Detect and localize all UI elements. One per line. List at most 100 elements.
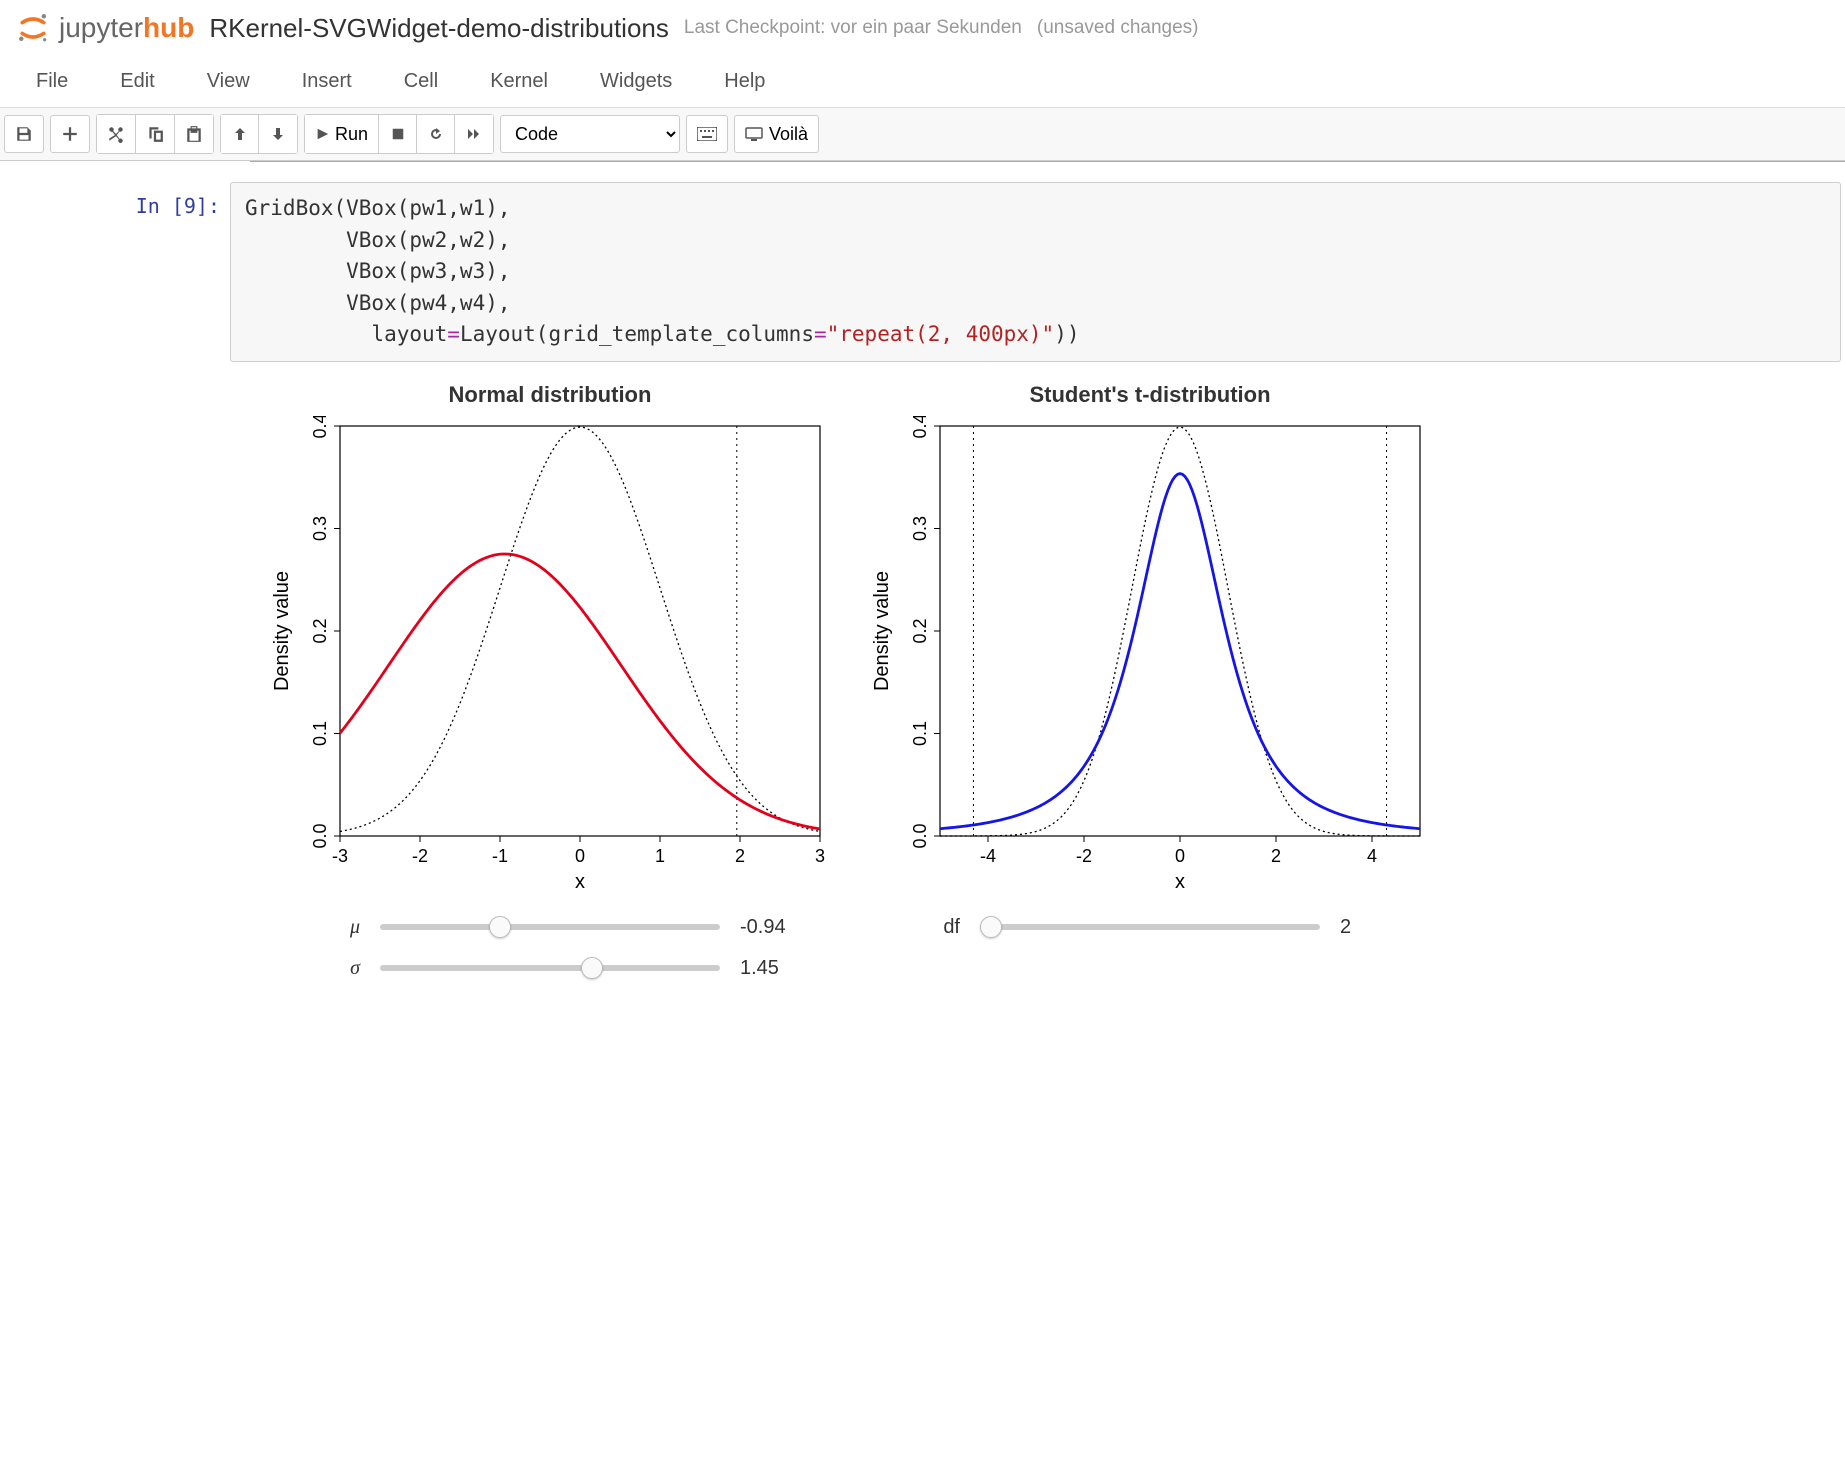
svg-text:-2: -2 (412, 846, 428, 866)
normal-plot: -3 -2 -1 0 1 2 3 0.0 0.1 0.2 0.3 0.4 x Density value (270, 416, 830, 896)
code-input[interactable]: GridBox(VBox(pw1,w1), VBox(pw2,w2), VBox… (230, 182, 1841, 362)
paste-button[interactable] (175, 115, 213, 153)
menu-widgets[interactable]: Widgets (574, 60, 698, 103)
restart-button[interactable] (417, 115, 455, 153)
df-control-row: df 2 (900, 916, 1400, 939)
arrow-down-icon (270, 126, 286, 142)
student-controls: df 2 (900, 916, 1400, 957)
copy-icon (146, 125, 164, 143)
svg-text:-1: -1 (492, 846, 508, 866)
stop-button[interactable] (379, 115, 417, 153)
copy-button[interactable] (136, 115, 175, 153)
run-label: Run (335, 124, 368, 145)
menu-help[interactable]: Help (698, 60, 791, 103)
toolbar: Run Code Voilà (0, 108, 1845, 161)
svg-text:0.4: 0.4 (310, 416, 330, 439)
code-cell[interactable]: In [9]: GridBox(VBox(pw1,w1), VBox(pw2,w… (100, 182, 1845, 362)
restart-run-all-button[interactable] (455, 115, 493, 153)
notebook-area: In [9]: GridBox(VBox(pw1,w1), VBox(pw2,w… (0, 161, 1845, 998)
output-area: Normal distribution -3 -2 -1 0 1 2 3 0.0 0.1 0.2 0… (250, 382, 1845, 998)
menu-file[interactable]: File (10, 60, 94, 103)
normal-controls: μ -0.94 σ 1.45 (300, 916, 800, 998)
df-value: 2 (1340, 916, 1400, 939)
plot-grid: Normal distribution -3 -2 -1 0 1 2 3 0.0 0.1 0.2 0… (250, 382, 1845, 998)
svg-text:0.1: 0.1 (310, 720, 330, 745)
play-icon (315, 127, 329, 141)
logo-text-hub: hub (143, 12, 194, 44)
svg-text:0.2: 0.2 (310, 618, 330, 643)
checkpoint-text: Last Checkpoint: vor ein paar Sekunden (684, 17, 1022, 39)
cut-copy-paste-group (96, 114, 214, 154)
menu-cell[interactable]: Cell (378, 60, 464, 103)
sigma-label: σ (300, 957, 360, 980)
plus-icon (61, 125, 79, 143)
command-palette-button[interactable] (686, 115, 728, 153)
fast-forward-icon (466, 126, 482, 142)
jupyterhub-logo[interactable]: jupyterhub (15, 10, 194, 46)
mu-value: -0.94 (740, 916, 800, 939)
svg-text:0.4: 0.4 (910, 416, 930, 439)
normal-plot-box: Normal distribution -3 -2 -1 0 1 2 3 0.0 0.1 0.2 0… (250, 382, 850, 998)
voila-label: Voilà (769, 124, 808, 145)
unsaved-text: (unsaved changes) (1037, 17, 1199, 39)
paste-icon (185, 125, 203, 143)
svg-text:0: 0 (575, 846, 585, 866)
add-cell-button[interactable] (50, 115, 90, 153)
scissors-icon (107, 125, 125, 143)
svg-text:2: 2 (735, 846, 745, 866)
move-group (220, 114, 298, 154)
svg-text:1: 1 (655, 846, 665, 866)
save-icon (15, 125, 33, 143)
svg-text:0.0: 0.0 (910, 823, 930, 848)
monitor-icon (745, 127, 763, 141)
restart-icon (428, 126, 444, 142)
svg-text:Density value: Density value (271, 570, 293, 690)
mu-slider[interactable] (380, 924, 720, 930)
normal-plot-title: Normal distribution (449, 382, 652, 408)
svg-text:-4: -4 (980, 846, 996, 866)
svg-text:0: 0 (1175, 846, 1185, 866)
sigma-value: 1.45 (740, 957, 800, 980)
move-down-button[interactable] (259, 115, 297, 153)
menu-view[interactable]: View (181, 60, 276, 103)
svg-text:x: x (1175, 871, 1185, 893)
menu-insert[interactable]: Insert (276, 60, 378, 103)
df-label: df (900, 916, 960, 939)
svg-text:2: 2 (1271, 846, 1281, 866)
svg-text:0.3: 0.3 (310, 515, 330, 540)
mu-control-row: μ -0.94 (300, 916, 800, 939)
run-group: Run (304, 114, 494, 154)
cut-button[interactable] (97, 115, 136, 153)
svg-text:-3: -3 (332, 846, 348, 866)
move-up-button[interactable] (221, 115, 259, 153)
keyboard-icon (697, 127, 717, 141)
svg-text:0.0: 0.0 (310, 823, 330, 848)
student-plot-title: Student's t-distribution (1029, 382, 1270, 408)
sigma-slider[interactable] (380, 965, 720, 971)
svg-text:x: x (575, 871, 585, 893)
df-slider[interactable] (980, 924, 1320, 930)
stop-icon (391, 127, 405, 141)
menu-edit[interactable]: Edit (94, 60, 180, 103)
student-plot-box: Student's t-distribution -4-20240.00.10.… (850, 382, 1450, 998)
svg-text:0.2: 0.2 (910, 618, 930, 643)
input-prompt: In [9]: (100, 182, 230, 362)
run-button[interactable]: Run (305, 115, 379, 153)
save-button[interactable] (4, 115, 44, 153)
logo-text-jupyter: jupyter (59, 12, 143, 44)
menubar: File Edit View Insert Cell Kernel Widget… (0, 56, 1845, 108)
svg-text:Density value: Density value (871, 570, 893, 690)
student-plot: -4-20240.00.10.20.30.4xDensity value (870, 416, 1430, 896)
sigma-control-row: σ 1.45 (300, 957, 800, 980)
svg-text:3: 3 (815, 846, 825, 866)
svg-text:0.1: 0.1 (910, 720, 930, 745)
svg-text:0.3: 0.3 (910, 515, 930, 540)
jupyter-icon (15, 10, 51, 46)
voila-button[interactable]: Voilà (734, 115, 819, 153)
arrow-up-icon (232, 126, 248, 142)
notebook-title[interactable]: RKernel-SVGWidget-demo-distributions (209, 13, 669, 44)
mu-label: μ (300, 916, 360, 939)
svg-text:-2: -2 (1076, 846, 1092, 866)
menu-kernel[interactable]: Kernel (464, 60, 574, 103)
cell-type-select[interactable]: Code (500, 115, 680, 153)
